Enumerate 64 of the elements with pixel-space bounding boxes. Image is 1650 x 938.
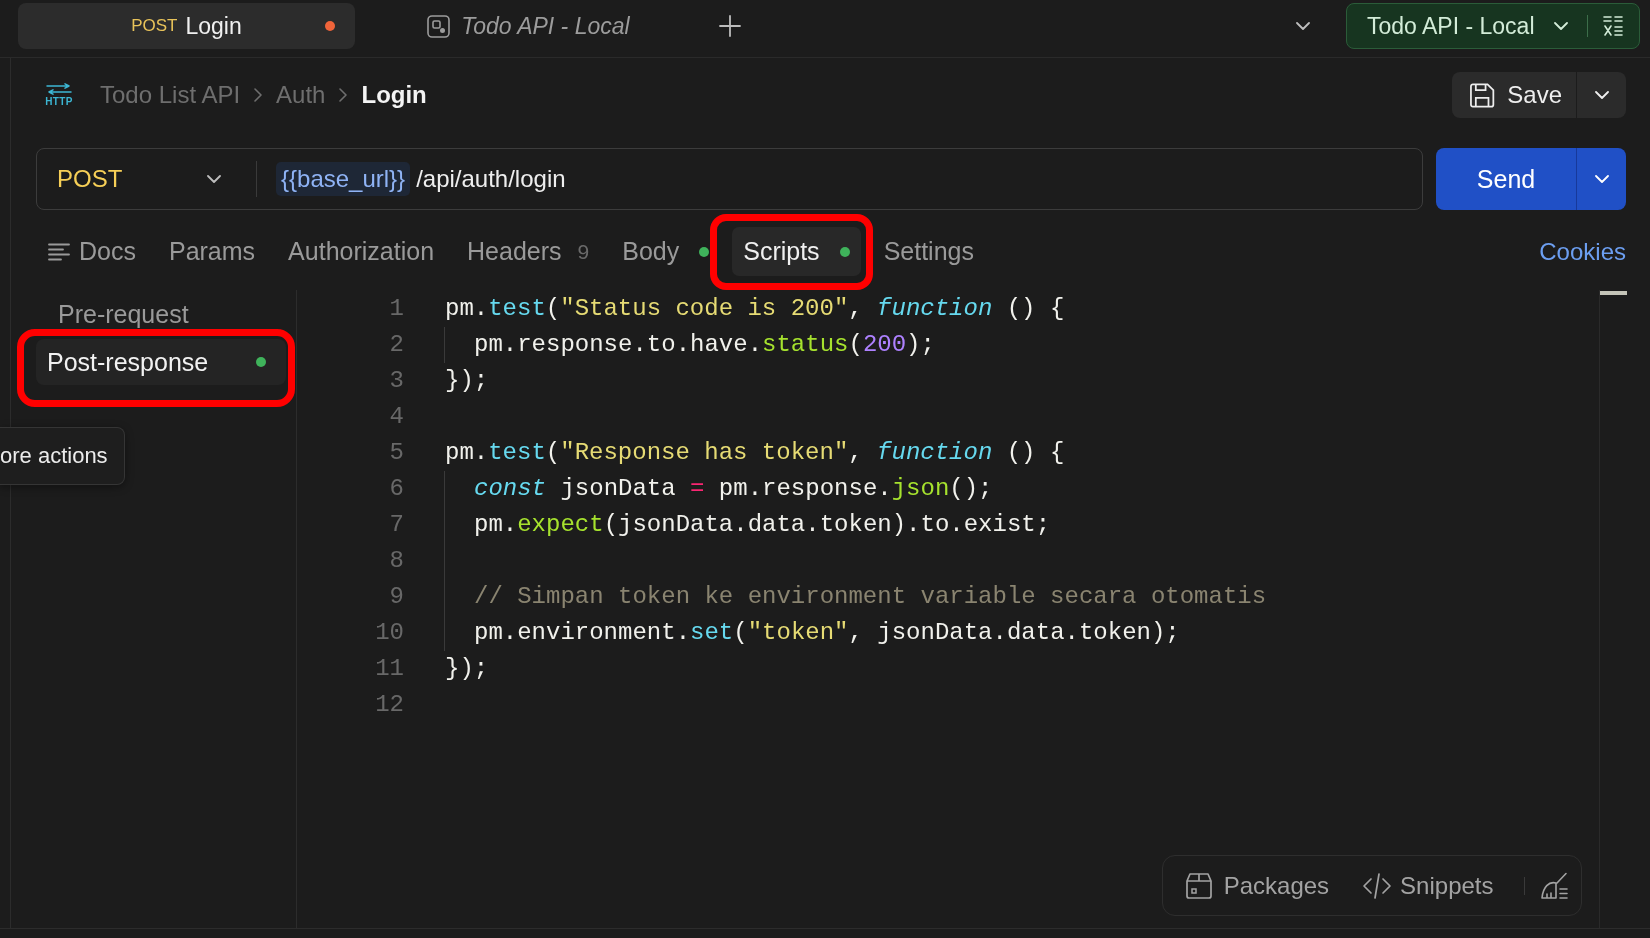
chevron-down-icon <box>1553 22 1568 30</box>
header-count: 9 <box>577 239 590 264</box>
line-number: 10 <box>374 618 404 648</box>
line-number: 7 <box>388 510 404 540</box>
code-line: pm.test("Response has token", function () { <box>445 438 1065 468</box>
line-number: 4 <box>388 402 404 432</box>
request-tab[interactable]: Settings <box>883 227 974 276</box>
plus-icon <box>719 15 741 37</box>
clear-button[interactable] <box>1539 871 1569 900</box>
method-select[interactable]: POST <box>37 149 256 209</box>
snippets-button[interactable]: Snippets <box>1362 871 1494 900</box>
save-button[interactable]: Save <box>1452 72 1576 118</box>
scroll-marker <box>1600 291 1627 295</box>
package-icon <box>1184 871 1213 900</box>
request-tab[interactable]: Params <box>168 227 256 276</box>
document-tab[interactable]: POST Login <box>18 3 355 49</box>
request-title: Login <box>361 81 427 109</box>
line-number: 2 <box>388 330 404 360</box>
code-icon <box>1362 871 1393 900</box>
method-label: POST <box>131 16 178 36</box>
line-number: 6 <box>388 474 404 504</box>
tooltip: ore actions <box>0 427 125 485</box>
packages-button[interactable]: Packages <box>1184 871 1330 900</box>
url-field[interactable]: {{base_url}} /api/auth/login <box>276 149 1422 209</box>
code-line: pm.test("Status code is 200", function () { <box>445 294 1065 324</box>
document-tab[interactable]: Todo API - Local <box>360 3 697 49</box>
x-list-icon <box>1602 15 1625 37</box>
line-number: 11 <box>374 654 404 684</box>
code-line: pm.response.to.have.status(200); <box>474 330 935 360</box>
chevron-right-icon <box>339 88 348 102</box>
environment-select[interactable]: Todo API - Local <box>1347 4 1587 48</box>
line-number: 3 <box>388 366 404 396</box>
line-number: 5 <box>388 438 404 468</box>
request-tab[interactable]: Authorization <box>288 227 435 276</box>
code-line: pm.expect(jsonData.data.token).to.exist; <box>474 510 1051 540</box>
code-line: const jsonData = pm.response.json(); <box>474 474 993 504</box>
chevron-down-icon <box>1594 91 1609 99</box>
request-tab[interactable]: Docs <box>48 227 136 276</box>
breadcrumb-link[interactable]: Todo List API <box>100 81 241 109</box>
code-line: // Simpan token ke environment variable secara otomatis <box>474 582 1267 612</box>
code-line: }); <box>445 654 489 684</box>
save-icon <box>1469 81 1496 109</box>
chevron-down-icon <box>1296 22 1310 30</box>
frame-icon <box>427 14 451 38</box>
chevron-right-icon <box>254 88 263 102</box>
code-line: pm.environment.set("token", jsonData.data.token); <box>474 618 1180 648</box>
cookies-link[interactable]: Cookies <box>1539 237 1626 266</box>
breadcrumb-link[interactable]: Auth <box>276 81 326 109</box>
broom-icon <box>1539 871 1569 900</box>
request-tab[interactable]: Scripts <box>732 227 861 276</box>
code-line: }); <box>445 366 489 396</box>
script-phase-item[interactable]: Pre-request <box>58 300 189 328</box>
line-number: 12 <box>374 690 404 720</box>
request-tab[interactable]: Headers 9 <box>467 227 590 276</box>
lines-icon <box>48 242 70 261</box>
variable-chip: {{base_url}} <box>276 162 411 196</box>
send-button[interactable]: Send <box>1436 148 1576 210</box>
line-number: 8 <box>388 546 404 576</box>
request-tab[interactable]: Body <box>622 227 710 276</box>
chevron-down-icon <box>1594 175 1609 183</box>
script-phase-item[interactable]: Post-response <box>36 339 286 385</box>
chevron-down-icon <box>207 175 221 183</box>
line-number: 9 <box>388 582 404 612</box>
line-number: 1 <box>388 294 404 324</box>
